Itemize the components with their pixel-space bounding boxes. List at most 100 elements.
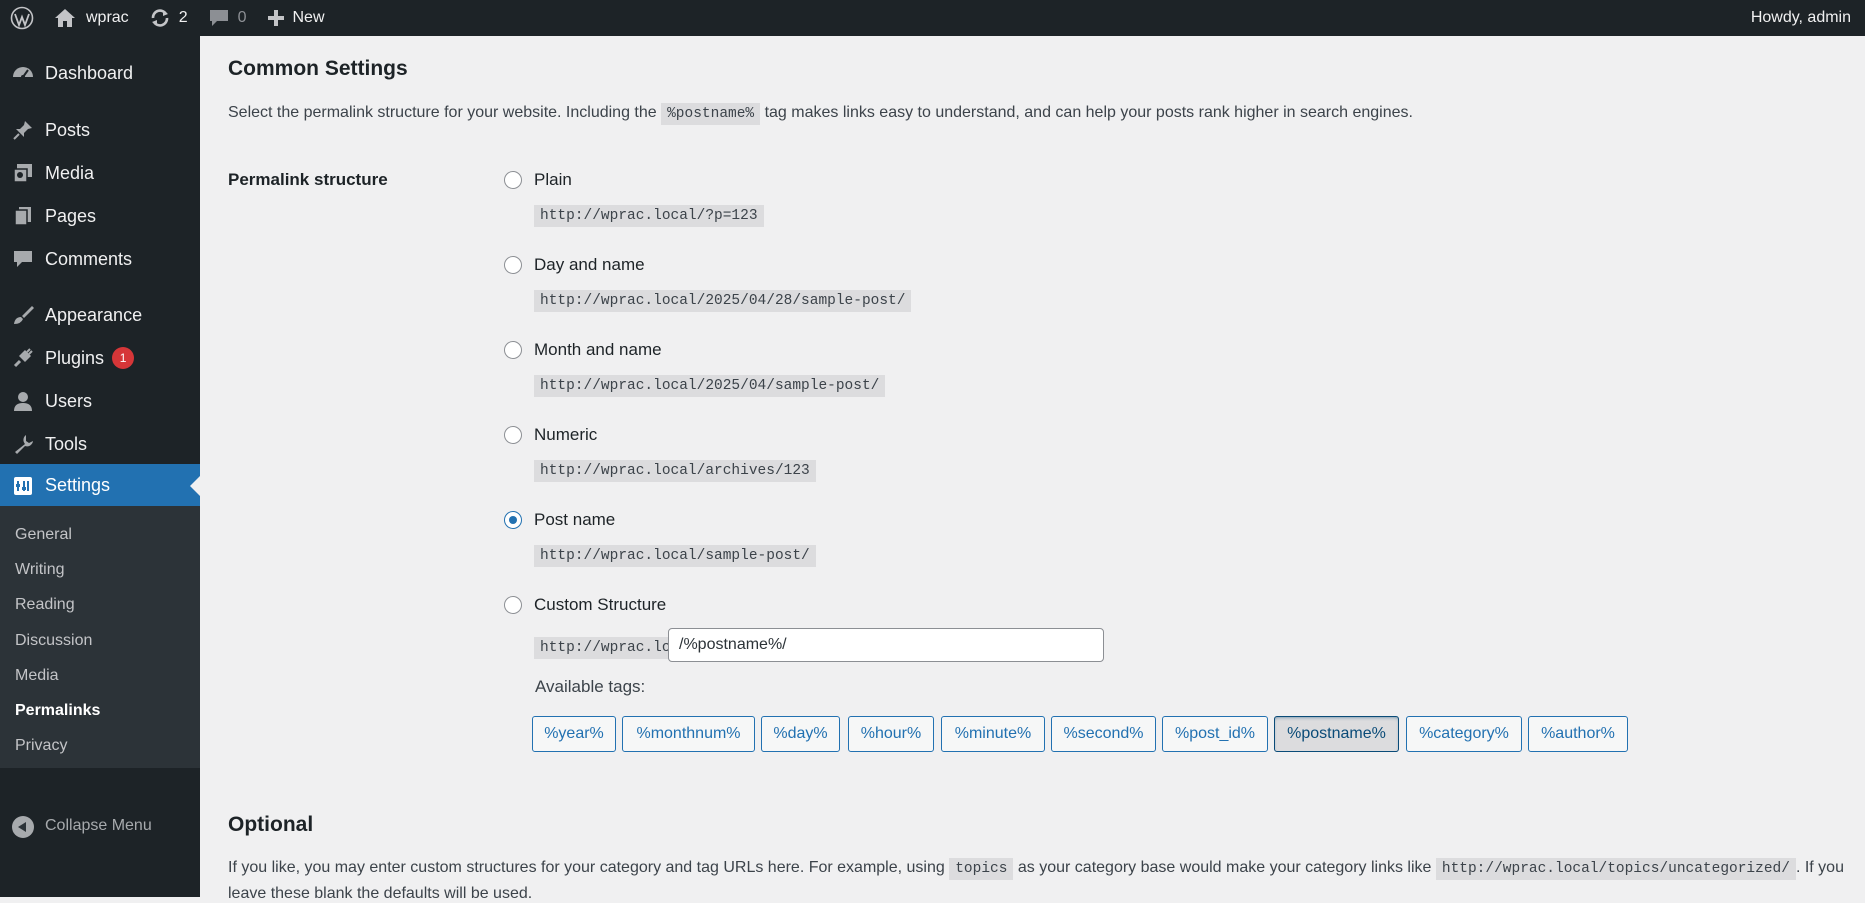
comments-link[interactable]: 0 — [198, 0, 257, 36]
comments-count: 0 — [237, 9, 247, 26]
menu-users[interactable]: Users — [0, 381, 200, 421]
submenu-reading[interactable]: Reading — [15, 596, 75, 614]
admin-sidebar: Dashboard Posts Media Pages Comments App… — [0, 36, 200, 897]
menu-plugins-label: Plugins 1 — [45, 347, 135, 369]
menu-tools-label: Tools — [45, 433, 88, 454]
new-content-link[interactable]: New — [257, 0, 335, 36]
tag-button-category[interactable]: %category% — [1406, 716, 1522, 752]
option-day-and-name-example: http://wprac.local/2025/04/28/sample-pos… — [534, 290, 912, 312]
optional-description-line2: leave these blank the defaults will be u… — [228, 885, 533, 902]
menu-appearance-label: Appearance — [45, 304, 143, 325]
submenu-permalinks[interactable]: Permalinks — [15, 702, 100, 720]
menu-pages[interactable]: Pages — [0, 196, 200, 236]
site-name-link[interactable]: wprac — [44, 0, 139, 36]
common-settings-heading: Common Settings — [228, 57, 408, 80]
menu-settings-label: Settings — [45, 475, 111, 495]
option-day-and-name-label: Day and name — [534, 255, 645, 274]
radio-post-name[interactable] — [504, 511, 522, 529]
radio-numeric[interactable] — [504, 426, 522, 444]
plus-icon — [267, 9, 285, 27]
optional-desc-before: If you like, you may enter custom struct… — [228, 859, 945, 876]
howdy-text: Howdy, admin — [1750, 9, 1851, 26]
settings-icon — [12, 475, 34, 497]
menu-posts[interactable]: Posts — [0, 110, 200, 150]
option-post-name-example: http://wprac.local/sample-post/ — [534, 545, 816, 567]
dashboard-icon — [12, 62, 34, 84]
option-month-and-name-label: Month and name — [534, 340, 662, 359]
plug-icon — [12, 347, 34, 369]
radio-custom-structure[interactable] — [504, 596, 522, 614]
postname-tag-code: %postname% — [661, 103, 761, 125]
menu-media[interactable]: Media — [0, 153, 200, 193]
submenu-writing[interactable]: Writing — [15, 561, 65, 579]
menu-pages-label: Pages — [45, 205, 97, 226]
media-icon — [12, 162, 34, 184]
custom-structure-input[interactable] — [668, 628, 1104, 662]
updates-count: 2 — [178, 9, 188, 26]
submenu-privacy[interactable]: Privacy — [15, 737, 67, 755]
submenu-general[interactable]: General — [15, 526, 72, 544]
permalink-structure-label: Permalink structure — [228, 170, 388, 189]
plugins-update-badge: 1 — [112, 347, 135, 369]
common-desc-after: tag makes links easy to understand, and … — [764, 104, 1413, 121]
brush-icon — [12, 304, 34, 326]
menu-dashboard-label: Dashboard — [45, 62, 134, 83]
menu-appearance[interactable]: Appearance — [0, 295, 200, 335]
pages-icon — [12, 205, 34, 227]
comment-icon — [208, 8, 230, 28]
collapse-menu-label: Collapse Menu — [45, 817, 152, 834]
radio-day-and-name[interactable] — [504, 256, 522, 274]
settings-submenu: General Writing Reading Discussion Media… — [0, 506, 200, 768]
optional-topics-code: topics — [949, 858, 1014, 880]
menu-media-label: Media — [45, 162, 95, 183]
updates-link[interactable]: 2 — [139, 0, 198, 36]
submenu-discussion[interactable]: Discussion — [15, 632, 92, 650]
option-plain-example: http://wprac.local/?p=123 — [534, 205, 764, 227]
menu-comments[interactable]: Comments — [0, 239, 200, 279]
tag-button-postname[interactable]: %postname% — [1274, 716, 1399, 752]
collapse-menu-button[interactable]: Collapse Menu — [0, 812, 200, 842]
permalink-settings-content: Common Settings Select the permalink str… — [228, 36, 1865, 902]
common-settings-description: Select the permalink structure for your … — [228, 103, 1413, 125]
optional-category-url-code: http://wprac.local/topics/uncategorized/ — [1435, 858, 1796, 880]
admin-bar: wprac 2 0 New Howdy, admin — [0, 0, 1865, 36]
option-numeric-label: Numeric — [534, 425, 598, 444]
comment-icon — [12, 248, 34, 270]
new-label: New — [292, 9, 325, 26]
tag-button-monthnum[interactable]: %monthnum% — [622, 716, 755, 752]
updates-icon — [149, 7, 171, 29]
wordpress-logo-icon[interactable] — [0, 0, 44, 36]
my-account-link[interactable]: Howdy, admin — [1741, 0, 1865, 36]
menu-comments-label: Comments — [45, 248, 133, 269]
user-icon — [12, 390, 34, 412]
radio-plain[interactable] — [504, 171, 522, 189]
menu-dashboard[interactable]: Dashboard — [0, 53, 200, 93]
pin-icon — [12, 119, 34, 141]
tag-button-year[interactable]: %year% — [532, 716, 616, 752]
radio-month-and-name[interactable] — [504, 341, 522, 359]
available-tags-label: Available tags: — [535, 677, 646, 696]
menu-users-label: Users — [45, 390, 93, 411]
menu-tools[interactable]: Tools — [0, 424, 200, 464]
optional-desc-mid: as your category base would make your ca… — [1017, 859, 1432, 876]
menu-posts-label: Posts — [45, 119, 91, 140]
collapse-icon — [12, 816, 34, 838]
menu-plugins[interactable]: Plugins 1 — [0, 338, 200, 378]
menu-settings[interactable]: Settings — [0, 464, 200, 507]
tag-button-second[interactable]: %second% — [1051, 716, 1156, 752]
tag-button-author[interactable]: %author% — [1528, 716, 1628, 752]
option-custom-structure-label: Custom Structure — [534, 595, 667, 614]
tag-button-post-id[interactable]: %post_id% — [1162, 716, 1268, 752]
tag-button-hour[interactable]: %hour% — [848, 716, 934, 752]
common-desc-before: Select the permalink structure for your … — [228, 104, 657, 121]
option-month-and-name-example: http://wprac.local/2025/04/sample-post/ — [534, 375, 886, 397]
submenu-media[interactable]: Media — [15, 667, 59, 685]
optional-desc-after: . If you — [1795, 859, 1844, 876]
wrench-icon — [12, 433, 34, 455]
option-plain-label: Plain — [534, 170, 572, 189]
tag-button-minute[interactable]: %minute% — [941, 716, 1045, 752]
tag-button-day[interactable]: %day% — [761, 716, 840, 752]
menu-plugins-text: Plugins — [45, 347, 105, 368]
home-icon — [54, 8, 76, 28]
option-post-name-label: Post name — [534, 510, 616, 529]
